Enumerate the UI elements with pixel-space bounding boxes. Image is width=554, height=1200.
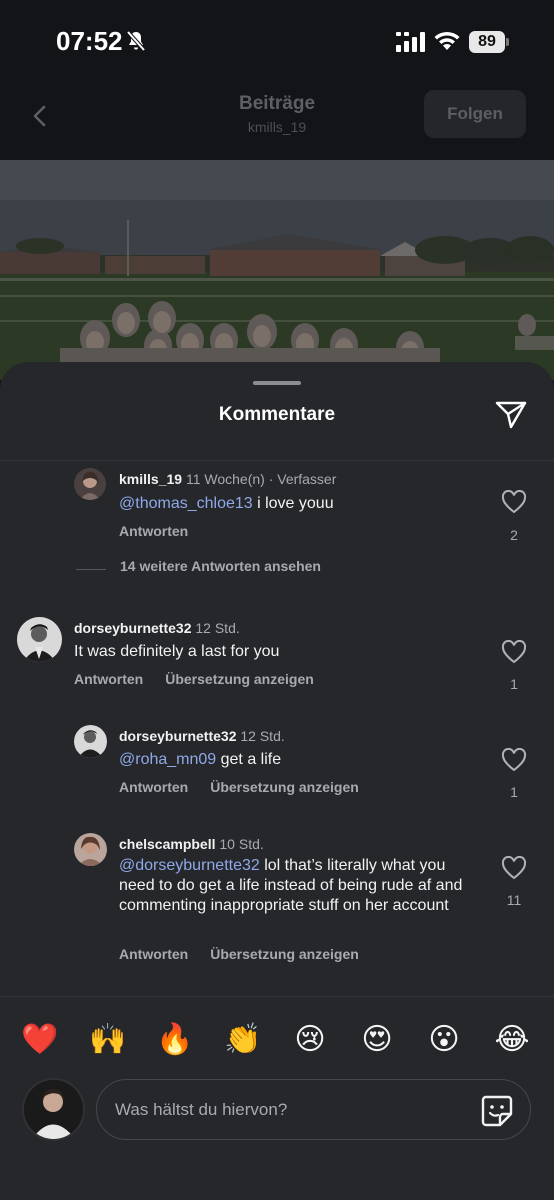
comment-meta: chelscampbell 10 Std. (119, 836, 264, 852)
comment-actions: Antworten Übersetzung anzeigen (119, 779, 359, 795)
wifi-icon (434, 31, 460, 50)
comment-timestamp: 10 Std. (219, 836, 264, 852)
share-send-icon[interactable] (494, 399, 528, 431)
comment-username[interactable]: chelscampbell (119, 836, 216, 852)
status-time: 07:52 (56, 26, 123, 56)
comment-body: get a life (216, 751, 282, 768)
comment-text: @thomas_chloe13 i love youu (119, 494, 479, 514)
avatar-image (74, 725, 107, 758)
current-user-avatar (22, 1078, 85, 1141)
status-bar: 07:52 89 (0, 0, 554, 84)
heart-icon[interactable] (501, 748, 527, 772)
like-count: 1 (510, 676, 518, 692)
sticker-icon[interactable] (480, 1094, 514, 1128)
comment-username[interactable]: kmills_19 (119, 471, 182, 487)
current-user-avatar-image (24, 1080, 83, 1139)
comment-timestamp: 12 Std. (195, 620, 240, 636)
surprised-emoji-reaction[interactable]: 😮 (424, 1020, 464, 1060)
comment-actions: Antworten Übersetzung anzeigen (74, 671, 314, 687)
avatar[interactable] (74, 725, 107, 758)
reply-button[interactable]: Antworten (74, 671, 143, 687)
comment-text: @dorseyburnette32 lol that’s literally w… (119, 856, 471, 916)
comment-mention[interactable]: @thomas_chloe13 (119, 495, 253, 512)
fire-emoji-reaction[interactable]: 🔥 (155, 1020, 195, 1060)
more-replies-label[interactable]: 14 weitere Antworten ansehen (120, 558, 321, 574)
bell-muted-icon (126, 30, 146, 52)
comments-sheet: Kommentare kmills_19 11 Woche(n) · Verfa… (0, 362, 554, 1200)
avatar[interactable] (74, 468, 106, 500)
quick-reactions-bar: ❤️ 🙌 🔥 👏 😢 😍 😮 😂 (0, 1020, 554, 1060)
comment-input[interactable] (115, 1096, 455, 1124)
comment-timestamp: 11 Woche(n) · Verfasser (185, 471, 337, 487)
crying-emoji-reaction[interactable]: 😢 (290, 1020, 330, 1060)
comment-mention[interactable]: @dorseyburnette32 (119, 857, 260, 874)
comment-body: i love youu (252, 495, 334, 512)
follow-button[interactable]: Folgen (424, 90, 526, 138)
show-translation-button[interactable]: Übersetzung anzeigen (210, 946, 359, 962)
sheet-title: Kommentare (218, 404, 336, 425)
comment-meta: dorseyburnette32 12 Std. (74, 620, 240, 636)
battery-tip (506, 38, 509, 46)
reply-button[interactable]: Antworten (119, 523, 188, 539)
like-count: 1 (510, 784, 518, 800)
comment-text: It was definitely a last for you (74, 642, 474, 662)
battery-indicator: 89 (469, 31, 509, 53)
comment-timestamp: 12 Std. (240, 728, 285, 744)
heart-emoji-reaction[interactable]: ❤️ (20, 1020, 60, 1060)
comment-body: It was definitely a last for you (74, 643, 280, 660)
show-translation-button[interactable]: Übersetzung anzeigen (165, 671, 314, 687)
avatar-image (74, 833, 107, 866)
more-replies-line (76, 569, 106, 570)
comment-meta: kmills_19 11 Woche(n) · Verfasser (119, 471, 336, 487)
comment-actions: Antworten Übersetzung anzeigen (119, 946, 359, 962)
like-count: 2 (510, 527, 518, 543)
heart-icon[interactable] (501, 856, 527, 880)
raised-hands-emoji-reaction[interactable]: 🙌 (88, 1020, 128, 1060)
cellular-signal-icon (396, 32, 425, 52)
avatar[interactable] (74, 833, 107, 866)
heart-icon[interactable] (501, 640, 527, 664)
comment-actions: Antworten (119, 523, 188, 539)
heart-icon[interactable] (501, 490, 527, 514)
comment-composer (96, 1079, 531, 1140)
comment-username[interactable]: dorseyburnette32 (74, 620, 191, 636)
sheet-divider (0, 460, 554, 461)
sheet-drag-handle[interactable] (253, 381, 301, 385)
post-photo (0, 160, 554, 380)
heart-eyes-emoji-reaction[interactable]: 😍 (357, 1020, 397, 1060)
reply-button[interactable]: Antworten (119, 779, 188, 795)
avatar-image (74, 468, 106, 500)
show-translation-button[interactable]: Übersetzung anzeigen (210, 779, 359, 795)
comment-username[interactable]: dorseyburnette32 (119, 728, 236, 744)
reaction-divider (0, 996, 554, 997)
avatar[interactable] (17, 617, 62, 662)
like-count: 11 (506, 892, 522, 908)
clapping-emoji-reaction[interactable]: 👏 (223, 1020, 263, 1060)
reply-button[interactable]: Antworten (119, 946, 188, 962)
comment-mention[interactable]: @roha_mn09 (119, 751, 216, 768)
avatar-image (17, 617, 62, 662)
comment-text: @roha_mn09 get a life (119, 750, 479, 770)
battery-level: 89 (469, 31, 505, 53)
laughing-emoji-reaction[interactable]: 😂 (492, 1020, 532, 1060)
post-photo-image (0, 160, 554, 380)
post-header: Beiträge kmills_19 Folgen (0, 84, 554, 160)
comment-meta: dorseyburnette32 12 Std. (119, 728, 285, 744)
